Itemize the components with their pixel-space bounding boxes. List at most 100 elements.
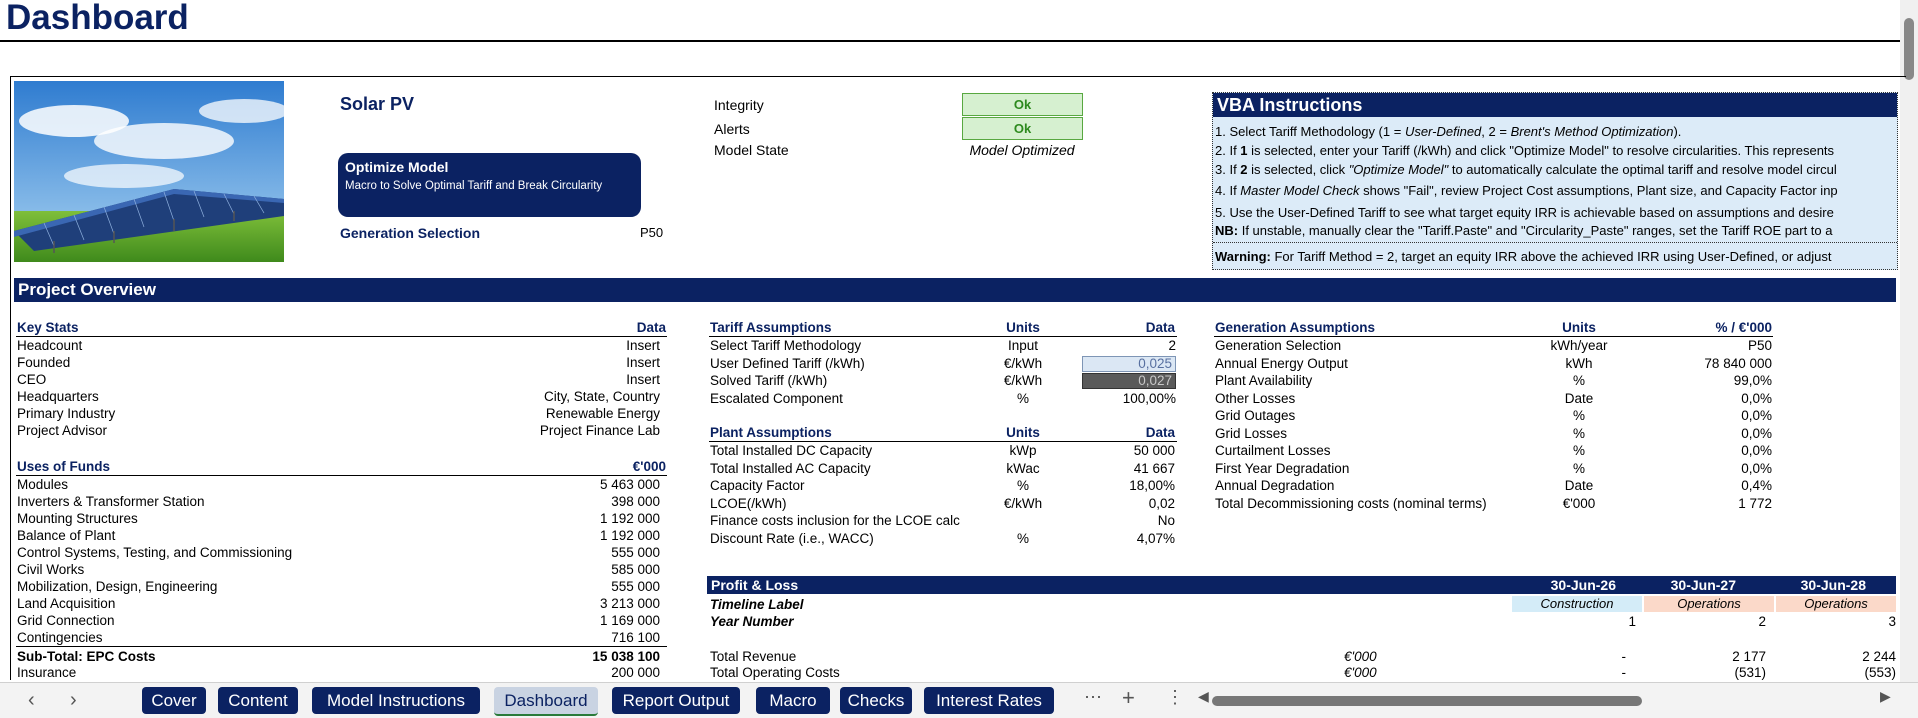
uses-row-value[interactable]: 5 463 000 (520, 476, 660, 493)
key-stat-value[interactable]: Insert (460, 371, 660, 388)
options-icon[interactable]: ⋮ (1166, 687, 1184, 708)
chevron-right-icon[interactable]: › (70, 689, 77, 712)
key-stat-value[interactable]: Renewable Energy (460, 405, 660, 422)
pl-date-1: 30-Jun-26 (1550, 577, 1616, 593)
plant-row-value[interactable]: 4,07% (1082, 530, 1175, 547)
generation-row-value[interactable]: 0,0% (1652, 390, 1772, 407)
year-3: 3 (1888, 614, 1896, 629)
generation-row-value[interactable]: 0,0% (1652, 442, 1772, 459)
revenue-year-1[interactable]: - (1560, 648, 1627, 665)
opex-year-3[interactable]: (553) (1820, 664, 1896, 681)
uses-row-value[interactable]: 398 000 (520, 493, 660, 510)
key-stat-label: Primary Industry (17, 406, 116, 421)
uses-row-label: Mobilization, Design, Engineering (17, 579, 218, 594)
plant-row-value[interactable]: 0,02 (1082, 495, 1175, 512)
tab-model-instructions[interactable]: Model Instructions (312, 687, 480, 714)
subtotal-value[interactable]: 15 038 100 (520, 648, 660, 665)
optimize-model-button[interactable]: Optimize Model Macro to Solve Optimal Ta… (338, 153, 641, 217)
plant-row-value[interactable]: No (1082, 512, 1175, 529)
generation-row-label: First Year Degradation (1215, 460, 1350, 476)
plant-row-label: Total Installed DC Capacity (710, 443, 873, 458)
generation-row-value[interactable]: 0,0% (1652, 407, 1772, 424)
tariff-row-value[interactable]: 100,00% (1082, 390, 1176, 407)
tab-dashboard[interactable]: Dashboard (494, 687, 598, 716)
key-stat-value[interactable]: Insert (460, 337, 660, 354)
uses-row-value[interactable]: 555 000 (520, 578, 660, 595)
key-stat-label: Project Advisor (17, 423, 108, 438)
revenue-year-2[interactable]: 2 177 (1690, 648, 1766, 665)
tariff-row-unit: €/kWh (1003, 355, 1043, 371)
pl-date-3: 30-Jun-28 (1800, 577, 1866, 593)
generation-row-unit: % (1572, 443, 1585, 458)
total-opex-unit: €'000 (1344, 665, 1377, 680)
tariff-row-value[interactable]: 0,027 (1082, 373, 1176, 389)
key-stat-value[interactable]: Insert (460, 354, 660, 371)
tab-checks[interactable]: Checks (840, 687, 912, 714)
tab-interest-rates[interactable]: Interest Rates (924, 687, 1054, 714)
key-stat-value[interactable]: Project Finance Lab (460, 422, 660, 439)
optimize-model-description: Macro to Solve Optimal Tariff and Break … (345, 180, 603, 192)
tariff-row-unit: Input (1007, 338, 1039, 353)
generation-row-value[interactable]: 99,0% (1652, 372, 1772, 389)
vba-instructions-title: VBA Instructions (1213, 93, 1897, 117)
generation-row-label: Curtailment Losses (1215, 443, 1331, 458)
insurance-value[interactable]: 200 000 (520, 664, 660, 681)
generation-row-value[interactable]: 1 772 (1652, 495, 1772, 512)
tab-report-output[interactable]: Report Output (612, 687, 740, 714)
uses-row-value[interactable]: 555 000 (520, 544, 660, 561)
uses-row-value[interactable]: 1 169 000 (520, 612, 660, 629)
key-stat-value[interactable]: City, State, Country (460, 388, 660, 405)
plant-row-label: Discount Rate (i.e., WACC) (710, 530, 874, 546)
tab-macro[interactable]: Macro (756, 687, 830, 714)
uses-row-value[interactable]: 585 000 (520, 561, 660, 578)
vba-instructions-panel: VBA Instructions 1. Select Tariff Method… (1212, 92, 1898, 270)
alerts-status: Ok (962, 117, 1083, 140)
tariff-row-label: Escalated Component (710, 390, 843, 406)
uses-row-value[interactable]: 1 192 000 (520, 527, 660, 544)
plant-row-label: Capacity Factor (710, 478, 805, 493)
horizontal-scroll-thumb[interactable] (1212, 696, 1642, 706)
revenue-year-3[interactable]: 2 244 (1820, 648, 1896, 665)
tariff-row-value[interactable]: 0,025 (1082, 355, 1176, 372)
generation-row-unit: % (1572, 460, 1585, 476)
uses-of-funds-unit: €'000 (632, 459, 666, 474)
vba-step-2: 2. If 1 is selected, enter your Tariff (… (1215, 143, 1835, 158)
generation-row-unit: Date (1564, 390, 1594, 406)
uses-row-label: Modules (17, 477, 69, 492)
add-sheet-icon[interactable]: + (1122, 685, 1135, 711)
tab-cover[interactable]: Cover (142, 687, 206, 714)
plant-row-value[interactable]: 18,00% (1082, 477, 1175, 494)
tariff-row-value[interactable]: 2 (1082, 337, 1176, 354)
generation-row-value[interactable]: 78 840 000 (1652, 355, 1772, 372)
generation-row-unit: kWh/year (1550, 338, 1608, 353)
plant-row-value[interactable]: 50 000 (1082, 442, 1175, 459)
more-sheets-icon[interactable]: ⋯ (1084, 687, 1102, 708)
generation-row-value[interactable]: P50 (1652, 337, 1772, 354)
vertical-scrollbar[interactable] (1900, 0, 1918, 682)
tariff-units-header: Units (1006, 320, 1040, 335)
profit-loss-title: Profit & Loss (711, 577, 799, 593)
opex-year-1[interactable]: - (1560, 664, 1627, 681)
plant-row-value[interactable]: 41 667 (1082, 460, 1175, 477)
vertical-scroll-thumb[interactable] (1904, 18, 1914, 80)
plant-row-unit: €/kWh (1003, 495, 1043, 511)
generation-units-header: Units (1562, 320, 1596, 335)
uses-row-label: Mounting Structures (17, 511, 138, 526)
plant-row-label: LCOE(/kWh) (710, 495, 787, 511)
chevron-left-icon[interactable]: ‹ (28, 689, 35, 712)
generation-row-value[interactable]: 0,0% (1652, 425, 1772, 442)
vba-step-5: 5. Use the User-Defined Tariff to see wh… (1215, 205, 1834, 220)
uses-row-label: Control Systems, Testing, and Commission… (17, 545, 293, 560)
plant-assumptions-header: Plant Assumptions (710, 425, 832, 440)
tab-content[interactable]: Content (218, 687, 298, 714)
total-revenue-unit: €'000 (1344, 649, 1377, 664)
uses-row-value[interactable]: 3 213 000 (520, 595, 660, 612)
opex-year-2[interactable]: (531) (1690, 664, 1766, 681)
vba-note: NB: If unstable, manually clear the "Tar… (1215, 223, 1833, 238)
generation-row-value[interactable]: 0,4% (1652, 477, 1772, 494)
dashboard-frame-left (10, 76, 11, 680)
uses-row-value[interactable]: 716 100 (520, 629, 660, 646)
generation-row-value[interactable]: 0,0% (1652, 460, 1772, 477)
uses-row-value[interactable]: 1 192 000 (520, 510, 660, 527)
generation-selection-value[interactable]: P50 (640, 225, 663, 240)
